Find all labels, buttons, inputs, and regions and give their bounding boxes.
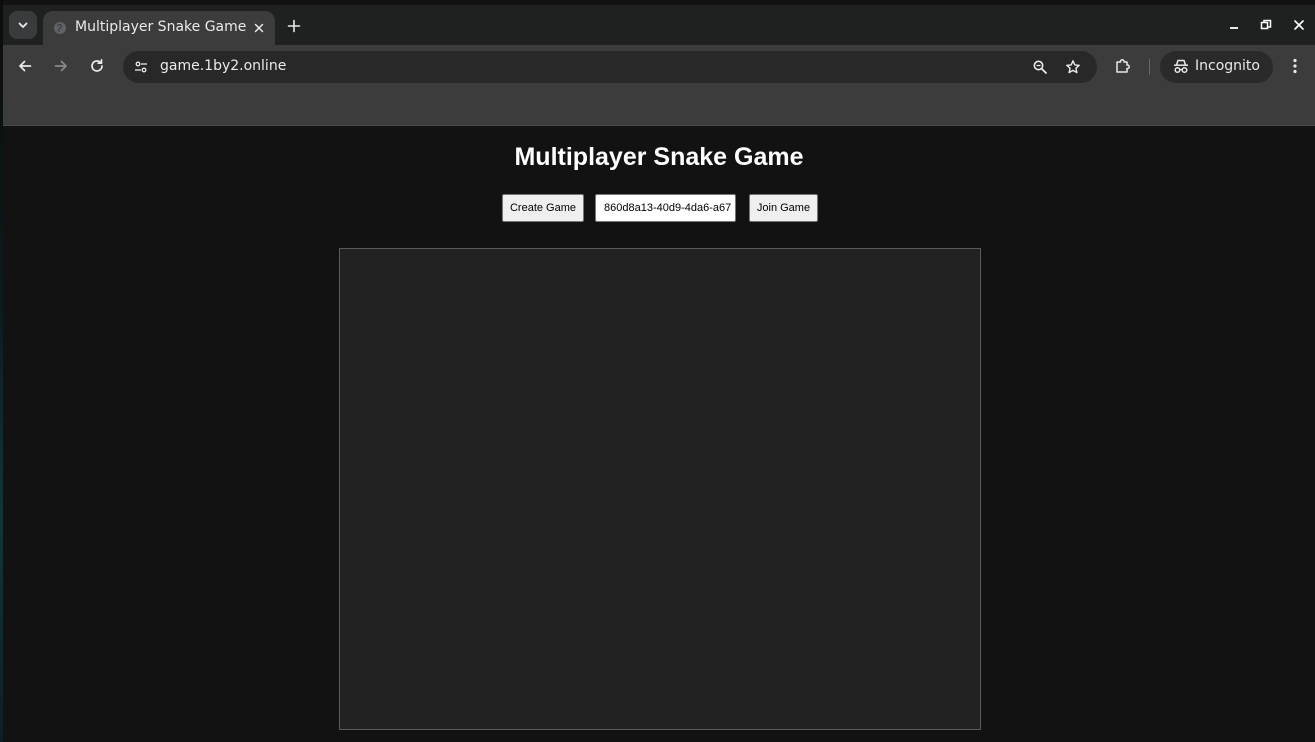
page-content: Multiplayer Snake Game Create Game Join … [3, 126, 1315, 742]
address-bar[interactable]: game.1by2.online [123, 51, 1097, 83]
tab-active[interactable]: Multiplayer Snake Game [43, 11, 275, 45]
game-board-canvas[interactable] [339, 248, 981, 730]
tab-strip: Multiplayer Snake Game [3, 5, 1315, 45]
globe-icon [54, 22, 66, 34]
restore-icon [1260, 19, 1272, 30]
tune-icon [135, 61, 147, 73]
game-id-input[interactable] [595, 194, 736, 222]
incognito-profile-button[interactable]: Incognito [1160, 51, 1273, 83]
zoom-button[interactable] [1030, 57, 1050, 77]
star-icon [1066, 60, 1080, 74]
minimize-icon [1230, 27, 1238, 29]
restore-button[interactable] [1256, 15, 1276, 35]
incognito-label: Incognito [1195, 58, 1260, 74]
browser-toolbar: game.1by2.online Incognito [3, 45, 1315, 87]
reload-button[interactable] [84, 53, 110, 79]
bookmarks-bar [3, 87, 1315, 126]
kebab-menu-icon [1293, 58, 1297, 74]
tab-title: Multiplayer Snake Game [75, 19, 247, 35]
toolbar-divider [1149, 59, 1150, 75]
site-info-button[interactable] [131, 57, 151, 77]
browser-menu-button[interactable] [1283, 53, 1307, 79]
close-icon [1294, 20, 1304, 30]
close-window-button[interactable] [1289, 15, 1309, 35]
arrow-right-icon [54, 60, 67, 72]
bookmark-button[interactable] [1063, 57, 1083, 77]
puzzle-icon [1116, 59, 1130, 73]
browser-window: Multiplayer Snake Game game.1by2.online … [3, 5, 1315, 742]
join-game-button[interactable]: Join Game [749, 194, 818, 222]
tab-close-button[interactable] [251, 20, 267, 36]
url-text[interactable]: game.1by2.online [160, 58, 286, 74]
game-controls: Create Game Join Game [3, 194, 1315, 224]
forward-button[interactable] [48, 53, 74, 79]
minimize-button[interactable] [1224, 15, 1244, 35]
tab-search-button[interactable] [9, 11, 37, 39]
reload-icon [91, 58, 103, 72]
page-title: Multiplayer Snake Game [514, 143, 804, 171]
arrow-left-icon [19, 60, 32, 72]
extensions-button[interactable] [1110, 53, 1136, 79]
new-tab-button[interactable] [283, 15, 305, 37]
incognito-icon [1174, 59, 1188, 74]
back-button[interactable] [12, 53, 38, 79]
close-icon [254, 23, 264, 33]
plus-icon [287, 19, 301, 33]
create-game-button[interactable]: Create Game [502, 194, 584, 222]
zoom-icon [1033, 60, 1047, 74]
chevron-down-icon [18, 22, 28, 28]
